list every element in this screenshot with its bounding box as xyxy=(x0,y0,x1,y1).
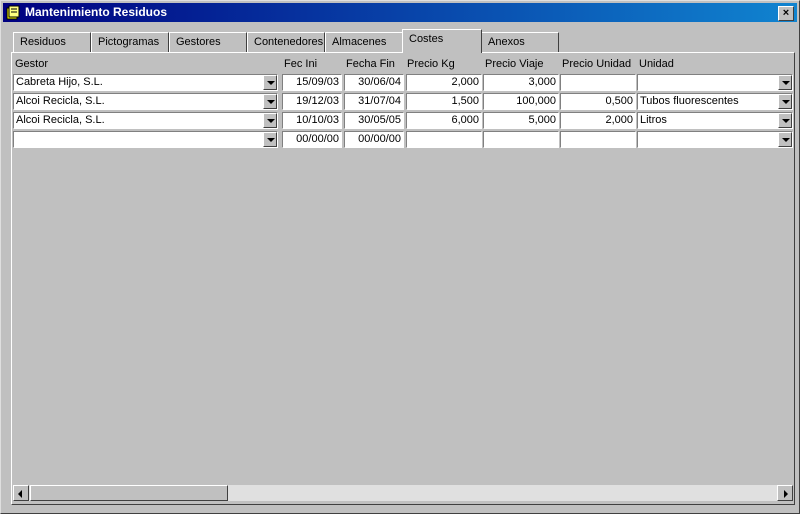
tab-anexos[interactable]: Anexos xyxy=(481,32,559,52)
tab-contenedores[interactable]: Contenedores xyxy=(247,32,325,52)
gestor-value: Alcoi Recicla, S.L. xyxy=(16,95,105,107)
gestor-select[interactable] xyxy=(13,131,278,148)
fecha-fin-field[interactable]: 00/00/00 xyxy=(344,131,404,148)
unidad-select[interactable] xyxy=(637,74,793,91)
tab-gestores[interactable]: Gestores xyxy=(169,32,247,52)
fecha-fin-field[interactable]: 31/07/04 xyxy=(344,93,404,110)
chevron-down-icon xyxy=(267,81,275,85)
precio-unidad-field[interactable] xyxy=(560,74,636,91)
chevron-down-icon xyxy=(267,100,275,104)
precio-viaje-field[interactable] xyxy=(483,131,559,148)
unidad-select[interactable]: Litros xyxy=(637,112,793,129)
tab-pictogramas[interactable]: Pictogramas xyxy=(91,32,169,52)
precio-viaje-field[interactable]: 100,000 xyxy=(483,93,559,110)
precio-viaje-field[interactable]: 5,000 xyxy=(483,112,559,129)
precio-unidad-field[interactable]: 2,000 xyxy=(560,112,636,129)
gestor-value: Alcoi Recicla, S.L. xyxy=(16,114,105,126)
title-bar[interactable]: Mantenimiento Residuos × xyxy=(3,3,797,22)
gestor-select[interactable]: Alcoi Recicla, S.L. xyxy=(13,112,278,129)
chevron-down-icon xyxy=(267,138,275,142)
dropdown-button[interactable] xyxy=(263,132,277,147)
scroll-thumb[interactable] xyxy=(30,485,228,501)
unidad-value: Tubos fluorescentes xyxy=(640,95,739,107)
scroll-left-button[interactable] xyxy=(13,485,29,501)
precio-unidad-field[interactable]: 0,500 xyxy=(560,93,636,110)
arrow-right-icon xyxy=(784,490,788,498)
chevron-down-icon xyxy=(782,81,790,85)
gestor-value: Cabreta Hijo, S.L. xyxy=(16,76,103,88)
chevron-down-icon xyxy=(267,119,275,123)
chevron-down-icon xyxy=(782,119,790,123)
tab-residuos[interactable]: Residuos xyxy=(13,32,91,52)
precio-kg-field[interactable] xyxy=(406,131,482,148)
header-gestor: Gestor xyxy=(15,58,49,70)
fecha-fin-field[interactable]: 30/05/05 xyxy=(344,112,404,129)
tab-almacenes[interactable]: Almacenes xyxy=(325,32,403,52)
fec-ini-field[interactable]: 19/12/03 xyxy=(282,93,342,110)
precio-kg-field[interactable]: 2,000 xyxy=(406,74,482,91)
dropdown-button[interactable] xyxy=(778,94,792,109)
header-precio-kg: Precio Kg xyxy=(407,58,455,70)
unidad-select[interactable]: Tubos fluorescentes xyxy=(637,93,793,110)
tab-costes[interactable]: Costes xyxy=(402,29,482,53)
close-icon: × xyxy=(782,7,790,19)
dropdown-button[interactable] xyxy=(778,75,792,90)
fec-ini-field[interactable]: 10/10/03 xyxy=(282,112,342,129)
horizontal-scrollbar[interactable] xyxy=(13,485,793,501)
window-title: Mantenimiento Residuos xyxy=(25,5,168,19)
dropdown-button[interactable] xyxy=(263,113,277,128)
header-fecha-fin: Fecha Fin xyxy=(346,58,395,70)
fec-ini-field[interactable]: 15/09/03 xyxy=(282,74,342,91)
precio-kg-field[interactable]: 6,000 xyxy=(406,112,482,129)
dropdown-button[interactable] xyxy=(778,113,792,128)
header-precio-viaje: Precio Viaje xyxy=(485,58,544,70)
header-fec-ini: Fec Ini xyxy=(284,58,318,70)
chevron-down-icon xyxy=(782,138,790,142)
arrow-left-icon xyxy=(18,490,22,498)
gestor-select[interactable]: Alcoi Recicla, S.L. xyxy=(13,93,278,110)
gestor-select[interactable]: Cabreta Hijo, S.L. xyxy=(13,74,278,91)
fecha-fin-field[interactable]: 30/06/04 xyxy=(344,74,404,91)
scroll-right-button[interactable] xyxy=(777,485,793,501)
dropdown-button[interactable] xyxy=(778,132,792,147)
unidad-value: Litros xyxy=(640,114,667,126)
chevron-down-icon xyxy=(782,100,790,104)
dropdown-button[interactable] xyxy=(263,75,277,90)
main-window: Mantenimiento Residuos × Residuos Pictog… xyxy=(0,0,800,514)
precio-kg-field[interactable]: 1,500 xyxy=(406,93,482,110)
app-icon xyxy=(6,5,20,20)
close-button[interactable]: × xyxy=(778,6,794,21)
unidad-select[interactable] xyxy=(637,131,793,148)
dropdown-button[interactable] xyxy=(263,94,277,109)
fec-ini-field[interactable]: 00/00/00 xyxy=(282,131,342,148)
header-unidad: Unidad xyxy=(639,58,674,70)
precio-unidad-field[interactable] xyxy=(560,131,636,148)
header-precio-unidad: Precio Unidad xyxy=(562,58,632,70)
precio-viaje-field[interactable]: 3,000 xyxy=(483,74,559,91)
